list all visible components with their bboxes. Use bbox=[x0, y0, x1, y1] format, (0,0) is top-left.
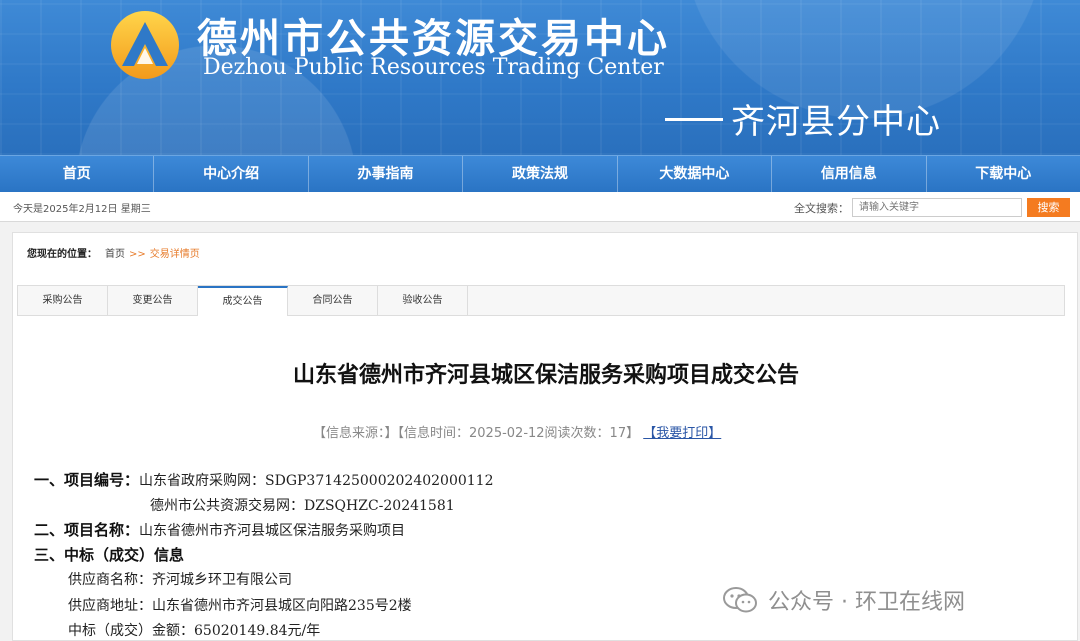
breadcrumb-separator: >> bbox=[129, 249, 146, 260]
breadcrumb-label: 您现在的位置： bbox=[27, 249, 97, 260]
doc-meta: 【信息来源：】【信息时间：2025-02-12阅读次数：17】 【我要打印】 bbox=[313, 422, 721, 441]
announcement-tabs: 采购公告 变更公告 成交公告 合同公告 验收公告 bbox=[17, 285, 1065, 316]
section-project-number: 一、项目编号：山东省政府采购网：SDGP37142500020240200011… bbox=[34, 469, 494, 490]
logo-icon bbox=[111, 11, 179, 79]
supplier-name: 供应商名称：齐河城乡环卫有限公司 bbox=[68, 572, 292, 588]
search-label: 全文搜索： bbox=[794, 202, 849, 215]
branch-label: 齐河县分中心 bbox=[731, 102, 941, 142]
breadcrumb-home[interactable]: 首页 bbox=[105, 249, 125, 260]
award-amount-line: 中标（成交）金额：65020149.84元/年 bbox=[68, 620, 320, 640]
tab-change-notice[interactable]: 变更公告 bbox=[108, 286, 198, 315]
tab-acceptance-notice[interactable]: 验收公告 bbox=[378, 286, 468, 315]
supplier-name-line: 供应商名称：齐河城乡环卫有限公司 bbox=[68, 569, 292, 589]
tab-purchase-notice[interactable]: 采购公告 bbox=[18, 286, 108, 315]
section-2-heading: 二、项目名称： bbox=[34, 521, 140, 539]
nav-item-about[interactable]: 中心介绍 bbox=[154, 156, 309, 192]
tab-contract-notice[interactable]: 合同公告 bbox=[288, 286, 378, 315]
project-number-provincial: 山东省政府采购网：SDGP371425000202402000112 bbox=[139, 473, 494, 489]
breadcrumb: 您现在的位置： 首页 >> 交易详情页 bbox=[27, 245, 200, 260]
main-nav: 首页 中心介绍 办事指南 政策法规 大数据中心 信用信息 下载中心 bbox=[0, 155, 1080, 192]
project-name: 山东省德州市齐河县城区保洁服务采购项目 bbox=[139, 523, 406, 539]
watermark-text: 公众号 · 环卫在线网 bbox=[768, 590, 965, 615]
print-link[interactable]: 【我要打印】 bbox=[643, 426, 721, 441]
tab-award-notice[interactable]: 成交公告 bbox=[198, 286, 288, 316]
wechat-icon bbox=[723, 587, 757, 613]
nav-item-policy[interactable]: 政策法规 bbox=[463, 156, 618, 192]
project-number-city: 德州市公共资源交易网：DZSQHZC-20241581 bbox=[150, 498, 455, 514]
branch-title: 齐河县分中心 bbox=[665, 94, 941, 143]
nav-item-bigdata[interactable]: 大数据中心 bbox=[618, 156, 773, 192]
section-1-heading: 一、项目编号： bbox=[34, 471, 140, 489]
search-input[interactable] bbox=[852, 198, 1022, 217]
breadcrumb-current[interactable]: 交易详情页 bbox=[150, 249, 200, 260]
branch-dash bbox=[665, 118, 723, 121]
page-title: 山东省德州市齐河县城区保洁服务采购项目成交公告 bbox=[292, 363, 799, 388]
nav-item-credit[interactable]: 信用信息 bbox=[772, 156, 927, 192]
project-number-city-line: 德州市公共资源交易网：DZSQHZC-20241581 bbox=[150, 495, 455, 515]
doc-meta-info: 【信息来源：】【信息时间：2025-02-12阅读次数：17】 bbox=[313, 426, 640, 441]
nav-item-home[interactable]: 首页 bbox=[0, 156, 155, 192]
site-subtitle: Dezhou Public Resources Trading Center bbox=[203, 55, 664, 80]
section-3-heading: 三、中标（成交）信息 bbox=[34, 546, 185, 564]
supplier-address: 供应商地址：山东省德州市齐河县城区向阳路235号2楼 bbox=[68, 598, 412, 614]
supplier-address-line: 供应商地址：山东省德州市齐河县城区向阳路235号2楼 bbox=[68, 595, 412, 615]
section-project-name: 二、项目名称：山东省德州市齐河县城区保洁服务采购项目 bbox=[34, 519, 405, 540]
watermark: 公众号 · 环卫在线网 bbox=[722, 580, 965, 620]
current-date: 今天是2025年2月12日 星期三 bbox=[13, 204, 151, 215]
nav-item-guide[interactable]: 办事指南 bbox=[309, 156, 464, 192]
header-banner: 德州市公共资源交易中心 Dezhou Public Resources Trad… bbox=[0, 0, 1080, 155]
nav-item-download[interactable]: 下载中心 bbox=[927, 156, 1080, 192]
search-button[interactable]: 搜索 bbox=[1027, 198, 1070, 217]
award-amount: 中标（成交）金额：65020149.84元/年 bbox=[68, 623, 321, 639]
section-award-info: 三、中标（成交）信息 bbox=[34, 544, 184, 565]
